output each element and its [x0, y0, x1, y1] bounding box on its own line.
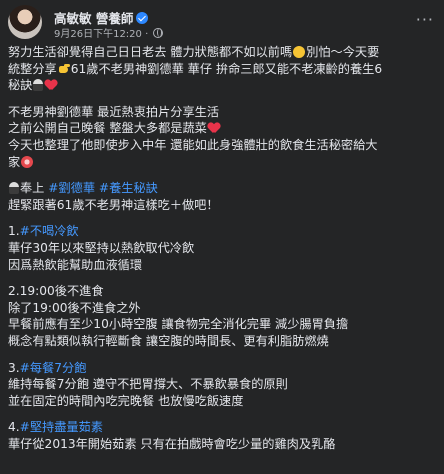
- text-line: 概念有點類似執行輕斷食 讓空腹的時間長、更有利脂肪燃燒: [8, 333, 329, 348]
- verified-badge-icon: [136, 12, 149, 24]
- hashtag-link[interactable]: #堅持盡量茹素: [20, 420, 103, 434]
- paragraph-intro: 努力生活卻覺得自己日日老去 體力狀態都不如以前嗎 別怕～今天要 統整分享 61歲不老…: [8, 44, 438, 94]
- hashtag-link[interactable]: #劉德華: [48, 181, 95, 195]
- post-header: 高敏敏 營養師 9月26日下午12:20 · ···: [8, 4, 436, 40]
- section-title: 3.#每餐7分飽: [8, 360, 87, 375]
- post-meta: 9月26日下午12:20 ·: [54, 25, 164, 40]
- text-line: 努力生活卻覺得自己日日老去 體力狀態都不如以前嗎 別怕～今天要: [8, 45, 380, 59]
- text-line: 早餐前應有至少10小時空腹 讓食物完全消化完畢 減少腸胃負擔: [8, 317, 349, 332]
- text-line: 華仔30年以來堅持以熱飲取代冷飲: [8, 240, 195, 255]
- author-avatar[interactable]: [8, 5, 42, 39]
- text-line: 不老男神劉德華 最近熱衷拍片分享生活: [8, 104, 220, 119]
- text-line: 華仔從2013年開始茹素 只有在拍戲時會吃少量的雞肉及乳酪: [8, 436, 336, 451]
- author-name[interactable]: 高敏敏 營養師: [54, 11, 133, 26]
- text-line: 秘訣: [8, 77, 438, 94]
- sweat-smile-emoji-icon: [293, 46, 306, 58]
- post-timestamp[interactable]: 9月26日下午12:20: [54, 29, 142, 40]
- pointing-hand-emoji-icon: [58, 63, 70, 75]
- hashtag-link[interactable]: #不喝冷飲: [20, 224, 79, 238]
- more-options-icon[interactable]: ···: [416, 12, 434, 28]
- burst-emoji-icon: [21, 155, 34, 168]
- globe-icon[interactable]: [153, 28, 164, 38]
- text-line: 因爲熱飲能幫助血液循環: [8, 257, 143, 272]
- paragraph-andy-lau: 不老男神劉德華 最近熱衷拍片分享生活 之前公開自己晚餐 整盤大多都是蔬菜 今天也…: [8, 104, 438, 170]
- old-man-emoji-icon: [9, 182, 19, 195]
- text-line: 奉上 #劉德華 #養生秘訣: [8, 180, 438, 197]
- section-1: 1.#不喝冷飲 華仔30年以來堅持以熱飲取代冷飲 因爲熱飲能幫助血液循環: [8, 223, 438, 273]
- text-line: 今天也整理了他即使步入中年 還能如此身強體壯的飲食生活秘密給大: [8, 137, 378, 152]
- text-line: 家: [8, 154, 438, 171]
- text-line: 趕緊跟著61歲不老男神這樣吃＋做吧！: [8, 197, 219, 212]
- text-line: 之前公開自己晚餐 整盤大多都是蔬菜: [8, 120, 438, 137]
- section-title: 1.#不喝冷飲: [8, 224, 79, 239]
- hashtag-link[interactable]: #養生秘訣: [99, 181, 158, 195]
- paragraph-hashtags: 奉上 #劉德華 #養生秘訣 趕緊跟著61歲不老男神這樣吃＋做吧！: [8, 180, 438, 213]
- section-2: 2.19:00後不進食 除了19:00後不進食之外 早餐前應有至少10小時空腹 …: [8, 283, 438, 349]
- facebook-post: 高敏敏 營養師 9月26日下午12:20 · ··· 努力生活卻覺得自己日日老去…: [0, 0, 444, 474]
- section-3: 3.#每餐7分飽 維持每餐7分飽 遵守不把胃撐大、不暴飲暴食的原則 並在固定的時…: [8, 360, 438, 410]
- section-4: 4.#堅持盡量茹素 華仔從2013年開始茹素 只有在拍戲時會吃少量的雞肉及乳酪: [8, 419, 438, 452]
- text-line: 除了19:00後不進食之外: [8, 300, 141, 315]
- section-title: 2.19:00後不進食: [8, 284, 104, 299]
- post-body: 努力生活卻覺得自己日日老去 體力狀態都不如以前嗎 別怕～今天要 統整分享 61歲不老…: [8, 44, 438, 462]
- old-man-emoji-icon: [33, 79, 44, 92]
- meta-separator: ·: [145, 29, 149, 40]
- heart-emoji-icon: [45, 79, 57, 91]
- hashtag-link[interactable]: #每餐7分飽: [20, 361, 87, 375]
- text-line: 統整分享 61歲不老男神劉德華 華仔 拚命三郎又能不老凍齡的養生6: [8, 61, 383, 76]
- section-title: 4.#堅持盡量茹素: [8, 420, 103, 435]
- text-line: 並在固定的時間內吃完晚餐 也放慢吃飯速度: [8, 393, 244, 408]
- heart-emoji-icon: [208, 122, 220, 134]
- text-line: 維持每餐7分飽 遵守不把胃撐大、不暴飲暴食的原則: [8, 377, 288, 392]
